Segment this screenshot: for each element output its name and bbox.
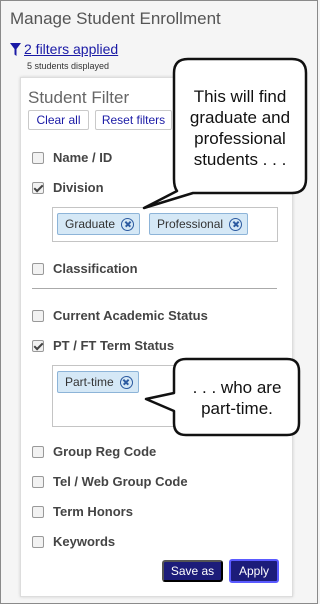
callout-line: This will find [193,87,287,106]
callout-line: professional [194,129,286,148]
callout-line: students . . . [193,150,287,169]
callout-top-text: This will find graduate and professional… [177,86,303,170]
callout-line: part-time. [201,399,273,418]
callout-line: graduate and [189,108,291,127]
callout-bottom-text: . . . who are part-time. [179,377,295,419]
window-frame: Manage Student Enrollment 2 filters appl… [0,0,318,604]
callout-line: . . . who are [192,378,282,397]
